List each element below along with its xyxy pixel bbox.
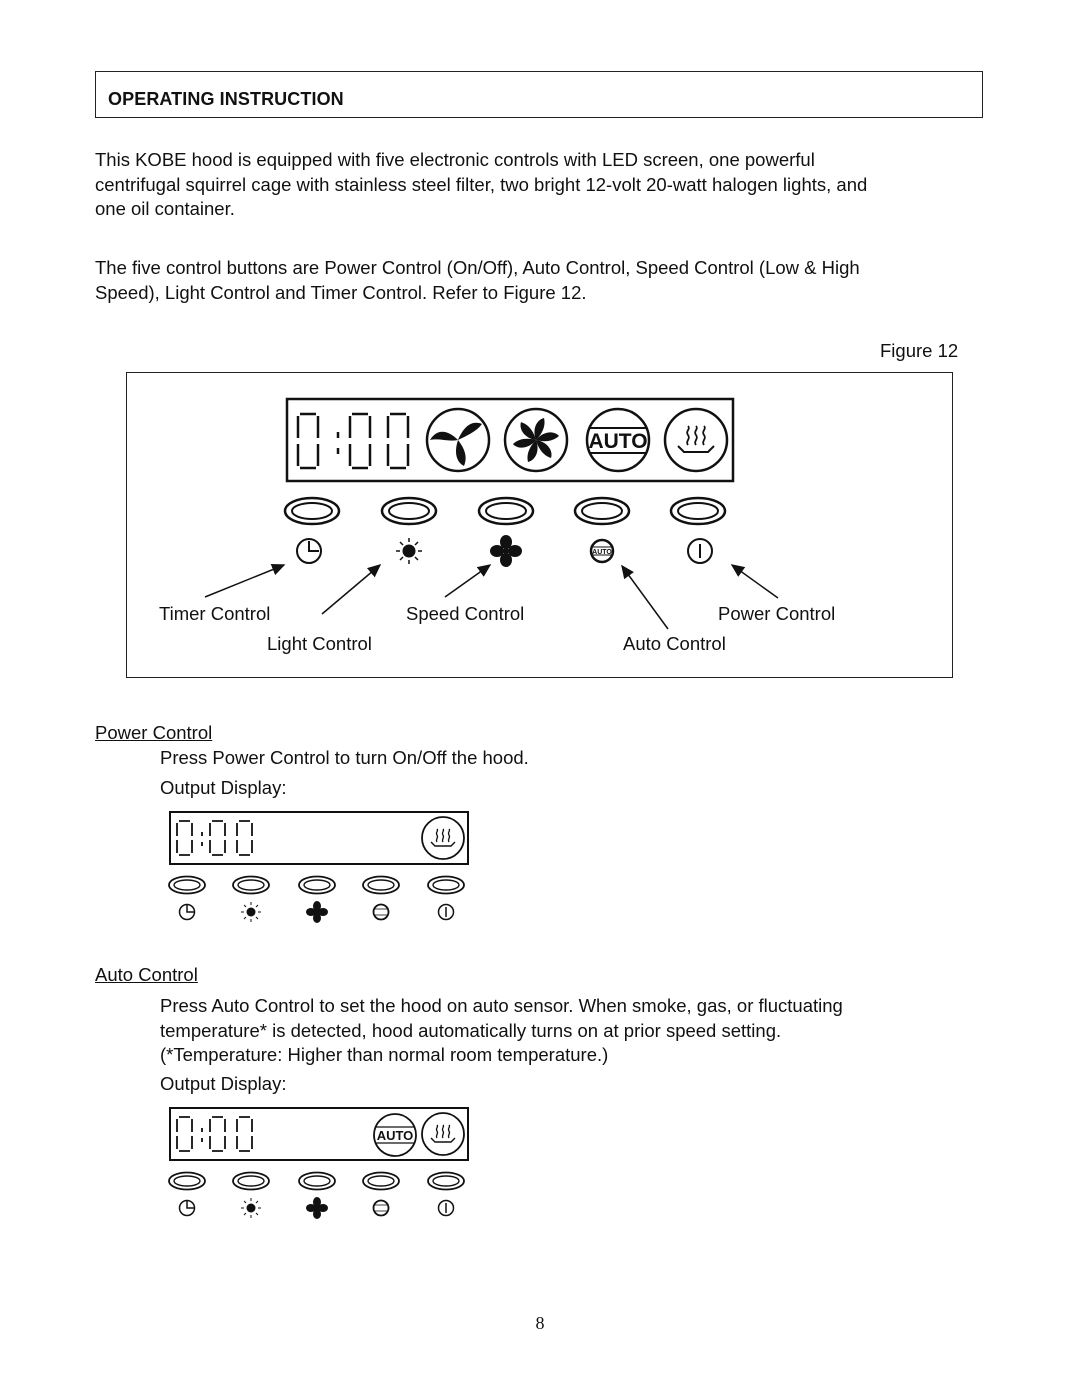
light-control-label: Light Control [267,633,372,654]
speed-icon [306,1197,328,1219]
auto-control-description: Press Auto Control to set the hood on au… [160,994,990,1068]
power-button[interactable] [427,1171,465,1191]
power-output-label: Output Display: [160,777,287,798]
timer-icon [178,903,196,921]
timer-icon [178,1199,196,1217]
speed-icon [306,901,328,923]
power-control-section-title: Power Control [95,722,213,743]
power-button[interactable] [427,875,465,895]
timer-control-label: Timer Control [159,603,271,624]
auto-control-section-title: Auto Control [95,964,198,985]
power-icon [437,1199,455,1217]
auto-output-display: AUTO [168,1107,469,1219]
speed-arrow [444,564,492,598]
text-line: Press Auto Control to set the hood on au… [160,995,843,1016]
text-line: temperature* is detected, hood automatic… [160,1019,782,1041]
auto-badge-text: AUTO [377,1128,414,1143]
light-button[interactable] [232,1171,270,1191]
auto-button[interactable] [362,875,400,895]
power-output-display [168,811,469,923]
page-number: 8 [535,1313,545,1333]
power-control-label: Power Control [718,603,836,624]
speed-button[interactable] [298,875,336,895]
light-icon [241,1198,261,1218]
power-icon [437,903,455,921]
auto-icon [372,1199,390,1217]
power-control-description: Press Power Control to turn On/Off the h… [160,747,529,768]
light-arrow [321,564,382,615]
text-line: (*Temperature: Higher than normal room t… [160,1044,609,1065]
auto-output-label: Output Display: [160,1073,287,1094]
timer-button[interactable] [168,1171,206,1191]
auto-icon [372,903,390,921]
light-icon [241,902,261,922]
timer-button[interactable] [168,875,206,895]
timer-arrow [204,563,286,598]
auto-arrow [621,564,669,630]
power-arrow [730,564,779,599]
speed-control-label: Speed Control [406,603,525,624]
auto-control-label: Auto Control [623,633,726,654]
speed-button[interactable] [298,1171,336,1191]
light-button[interactable] [232,875,270,895]
mini-buttons-row [168,1171,465,1219]
auto-button[interactable] [362,1171,400,1191]
callout-arrows [204,563,779,630]
mini-buttons-row [168,875,465,923]
